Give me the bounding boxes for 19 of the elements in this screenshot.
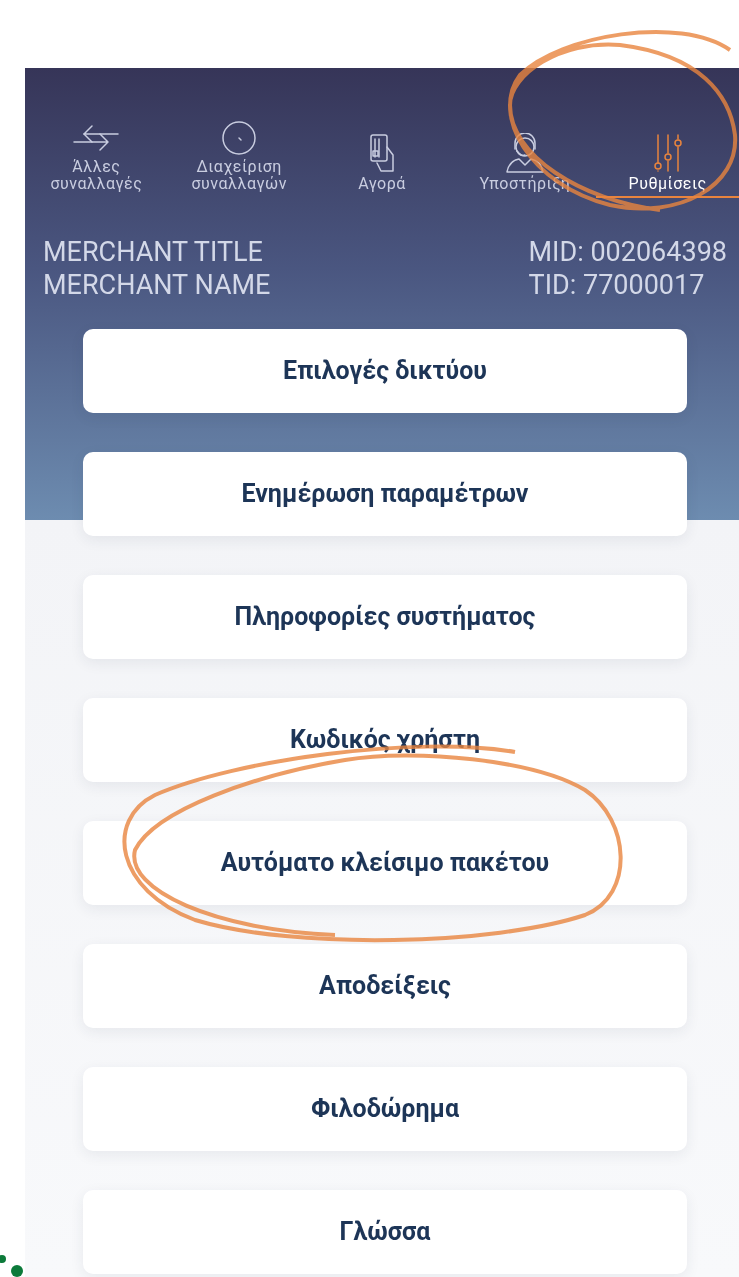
dots-icon (0, 1255, 24, 1277)
nav-tab[interactable]: Άλλες συναλλαγές (25, 96, 168, 198)
sliders-icon (651, 133, 684, 173)
merchant-name: MERCHANT NAME (43, 269, 271, 302)
clock-icon (221, 120, 258, 156)
menu-button[interactable]: Επιλογές δικτύου (83, 329, 687, 413)
menu-button[interactable]: Ενημέρωση παραμέτρων (83, 452, 687, 536)
menu-button[interactable]: Φιλοδώρημα (83, 1067, 687, 1151)
card-in-hand-icon (367, 133, 397, 173)
menu-button[interactable]: Αυτόματο κλείσιμο πακέτου (83, 821, 687, 905)
terminal-id: TID: 77000017 (528, 269, 706, 302)
nav-tab[interactable]: Διαχείριση συναλλαγών (167, 96, 311, 198)
merchant-title: MERCHANT TITLE (43, 236, 264, 269)
menu-button[interactable]: Αποδείξεις (83, 944, 687, 1028)
menu-button[interactable]: Γλώσσα (83, 1190, 687, 1274)
nav-tab[interactable]: Αγορά (310, 96, 454, 198)
merchant-id: MID: 002064398 (528, 236, 727, 269)
menu-button[interactable]: Πληροφορίες συστήματος (83, 575, 687, 659)
nav-tab[interactable]: Ρυθμίσεις (596, 96, 739, 198)
